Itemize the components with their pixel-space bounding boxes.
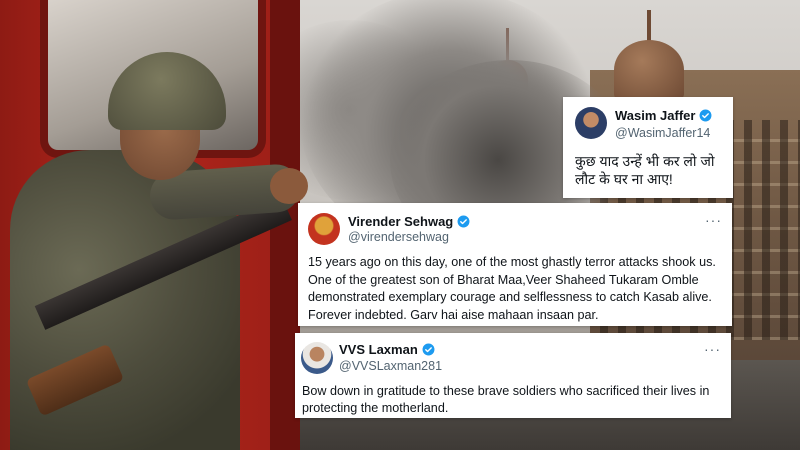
author-row: Wasim Jaffer (615, 108, 712, 123)
author-handle[interactable]: @VVSLaxman281 (339, 359, 442, 373)
hotel-dome (614, 40, 684, 100)
soldier-hand (270, 168, 308, 204)
author-handle[interactable]: @virendersehwag (348, 230, 449, 244)
tweet-text: Bow down in gratitude to these brave sol… (302, 384, 710, 415)
author-name[interactable]: Wasim Jaffer (615, 108, 695, 123)
more-options-icon[interactable]: ··· (705, 213, 722, 227)
tweet-card-virender-sehwag[interactable]: Virender Sehwag @virendersehwag ··· 15 y… (298, 203, 732, 326)
verified-badge-icon (422, 343, 435, 356)
author-name[interactable]: Virender Sehwag (348, 214, 453, 229)
verified-badge-icon (699, 109, 712, 122)
tweet-text: कुछ याद उन्हें भी कर लो जो लौट के घर ना … (575, 153, 715, 187)
avatar[interactable] (575, 107, 607, 139)
avatar[interactable] (308, 213, 340, 245)
author-row: VVS Laxman (339, 342, 435, 357)
avatar[interactable] (301, 342, 333, 374)
author-row: Virender Sehwag (348, 214, 470, 229)
verified-badge-icon (457, 215, 470, 228)
tweet-card-vvs-laxman[interactable]: VVS Laxman @VVSLaxman281 ··· Bow down in… (295, 333, 731, 418)
author-name[interactable]: VVS Laxman (339, 342, 418, 357)
more-options-icon[interactable]: ··· (704, 342, 721, 356)
tweet-card-wasim-jaffer[interactable]: Wasim Jaffer @WasimJaffer14 कुछ याद उन्ह… (563, 97, 733, 198)
tweet-text: 15 years ago on this day, one of the mos… (308, 255, 716, 322)
author-handle[interactable]: @WasimJaffer14 (615, 126, 710, 140)
dome-spire (647, 10, 651, 44)
